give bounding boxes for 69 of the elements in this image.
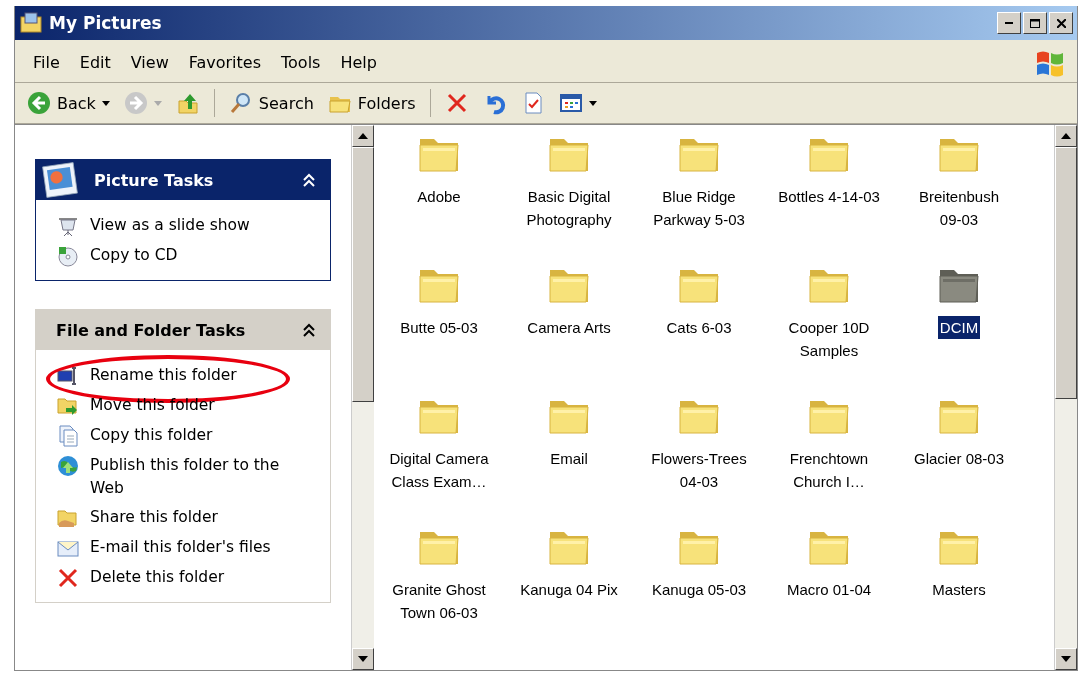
folder-name[interactable]: Digital Camera Class Exam… bbox=[385, 447, 493, 493]
collapse-chevron-icon[interactable] bbox=[302, 323, 316, 337]
folder-name[interactable]: Camera Arts bbox=[525, 316, 613, 339]
task-link[interactable]: Delete this folder bbox=[90, 566, 225, 589]
scroll-down-icon bbox=[358, 656, 368, 662]
search-button[interactable]: Search bbox=[224, 89, 318, 117]
scroll-up-icon bbox=[358, 133, 368, 139]
close-icon bbox=[1056, 18, 1066, 28]
folder-name[interactable]: Cooper 10D Samples bbox=[775, 316, 883, 362]
folder-name[interactable]: Macro 01-04 bbox=[784, 578, 874, 601]
globe-icon bbox=[56, 454, 80, 478]
scroll-down-icon bbox=[1061, 656, 1071, 662]
views-icon bbox=[558, 91, 583, 115]
folder-name[interactable]: Glacier 08-03 bbox=[911, 447, 1006, 470]
scrollbar-thumb[interactable] bbox=[352, 147, 374, 402]
folder-name[interactable]: Email bbox=[548, 447, 590, 470]
task-link[interactable]: E-mail this folder's files bbox=[90, 536, 271, 559]
folder-name[interactable]: Breitenbush 09-03 bbox=[905, 185, 1013, 231]
folder-name[interactable]: Kanuga 04 Pix bbox=[518, 578, 620, 601]
task-link[interactable]: Rename this folder bbox=[90, 364, 237, 387]
folder-name[interactable]: Kanuga 05-03 bbox=[649, 578, 749, 601]
task-link[interactable]: Share this folder bbox=[90, 506, 218, 529]
scroll-down-button[interactable] bbox=[352, 648, 374, 670]
menu-item[interactable]: Help bbox=[332, 50, 385, 74]
folder-name[interactable]: Granite Ghost Town 06-03 bbox=[385, 578, 493, 624]
window-title: My Pictures bbox=[49, 13, 163, 33]
dropdown-caret-icon bbox=[153, 100, 162, 106]
menu-item[interactable]: Tools bbox=[273, 50, 329, 74]
folders-button[interactable]: Folders bbox=[323, 89, 420, 117]
folder-name[interactable]: Butte 05-03 bbox=[398, 316, 480, 339]
scroll-up-button[interactable] bbox=[1055, 125, 1077, 147]
folder-name[interactable]: DCIM bbox=[937, 316, 981, 339]
back-button[interactable]: Back bbox=[23, 89, 114, 117]
task-panel-header[interactable]: File and Folder Tasks bbox=[36, 310, 330, 350]
task-panel-title: File and Folder Tasks bbox=[56, 320, 246, 340]
folder-name[interactable]: Bottles 4-14-03 bbox=[776, 185, 882, 208]
maximize-button[interactable] bbox=[1023, 12, 1047, 34]
scroll-down-button[interactable] bbox=[1055, 648, 1077, 670]
folder-name[interactable]: Blue Ridge Parkway 5-03 bbox=[645, 185, 753, 231]
folder-name[interactable]: Frenchtown Church I… bbox=[775, 447, 883, 493]
close-button[interactable] bbox=[1049, 12, 1073, 34]
window-icon bbox=[19, 11, 43, 35]
folder-name[interactable]: Masters bbox=[930, 578, 988, 601]
menu-item[interactable]: Favorites bbox=[180, 50, 269, 74]
minimize-icon bbox=[1005, 22, 1013, 24]
task-link[interactable]: Publish this folder to the Web bbox=[90, 454, 300, 500]
delete-icon bbox=[56, 566, 80, 590]
cd-icon bbox=[56, 244, 80, 268]
menu-item[interactable]: View bbox=[122, 50, 177, 74]
menu-item[interactable]: Edit bbox=[71, 50, 119, 74]
scroll-up-icon bbox=[1061, 133, 1071, 139]
task-link[interactable]: View as a slide show bbox=[90, 214, 250, 237]
folder-name[interactable]: Cats 6-03 bbox=[664, 316, 734, 339]
task-link[interactable]: Copy to CD bbox=[90, 244, 178, 267]
maximize-icon bbox=[1030, 18, 1040, 28]
search-icon bbox=[228, 91, 253, 115]
task-panel-title: Picture Tasks bbox=[94, 170, 214, 190]
folder-name[interactable]: Basic Digital Photography bbox=[515, 185, 623, 231]
task-link[interactable]: Copy this folder bbox=[90, 424, 213, 447]
menu-item[interactable]: File bbox=[25, 50, 68, 74]
task-panel-header[interactable]: Picture Tasks bbox=[36, 160, 330, 200]
documents-icon bbox=[56, 424, 80, 448]
dropdown-caret-icon bbox=[588, 100, 597, 106]
scrollbar-thumb[interactable] bbox=[1055, 147, 1077, 399]
scroll-up-button[interactable] bbox=[352, 125, 374, 147]
folder-name[interactable]: Flowers-Trees 04-03 bbox=[645, 447, 753, 493]
minimize-button[interactable] bbox=[997, 12, 1021, 34]
folder-name[interactable]: Adobe bbox=[415, 185, 463, 208]
dropdown-caret-icon bbox=[101, 100, 110, 106]
